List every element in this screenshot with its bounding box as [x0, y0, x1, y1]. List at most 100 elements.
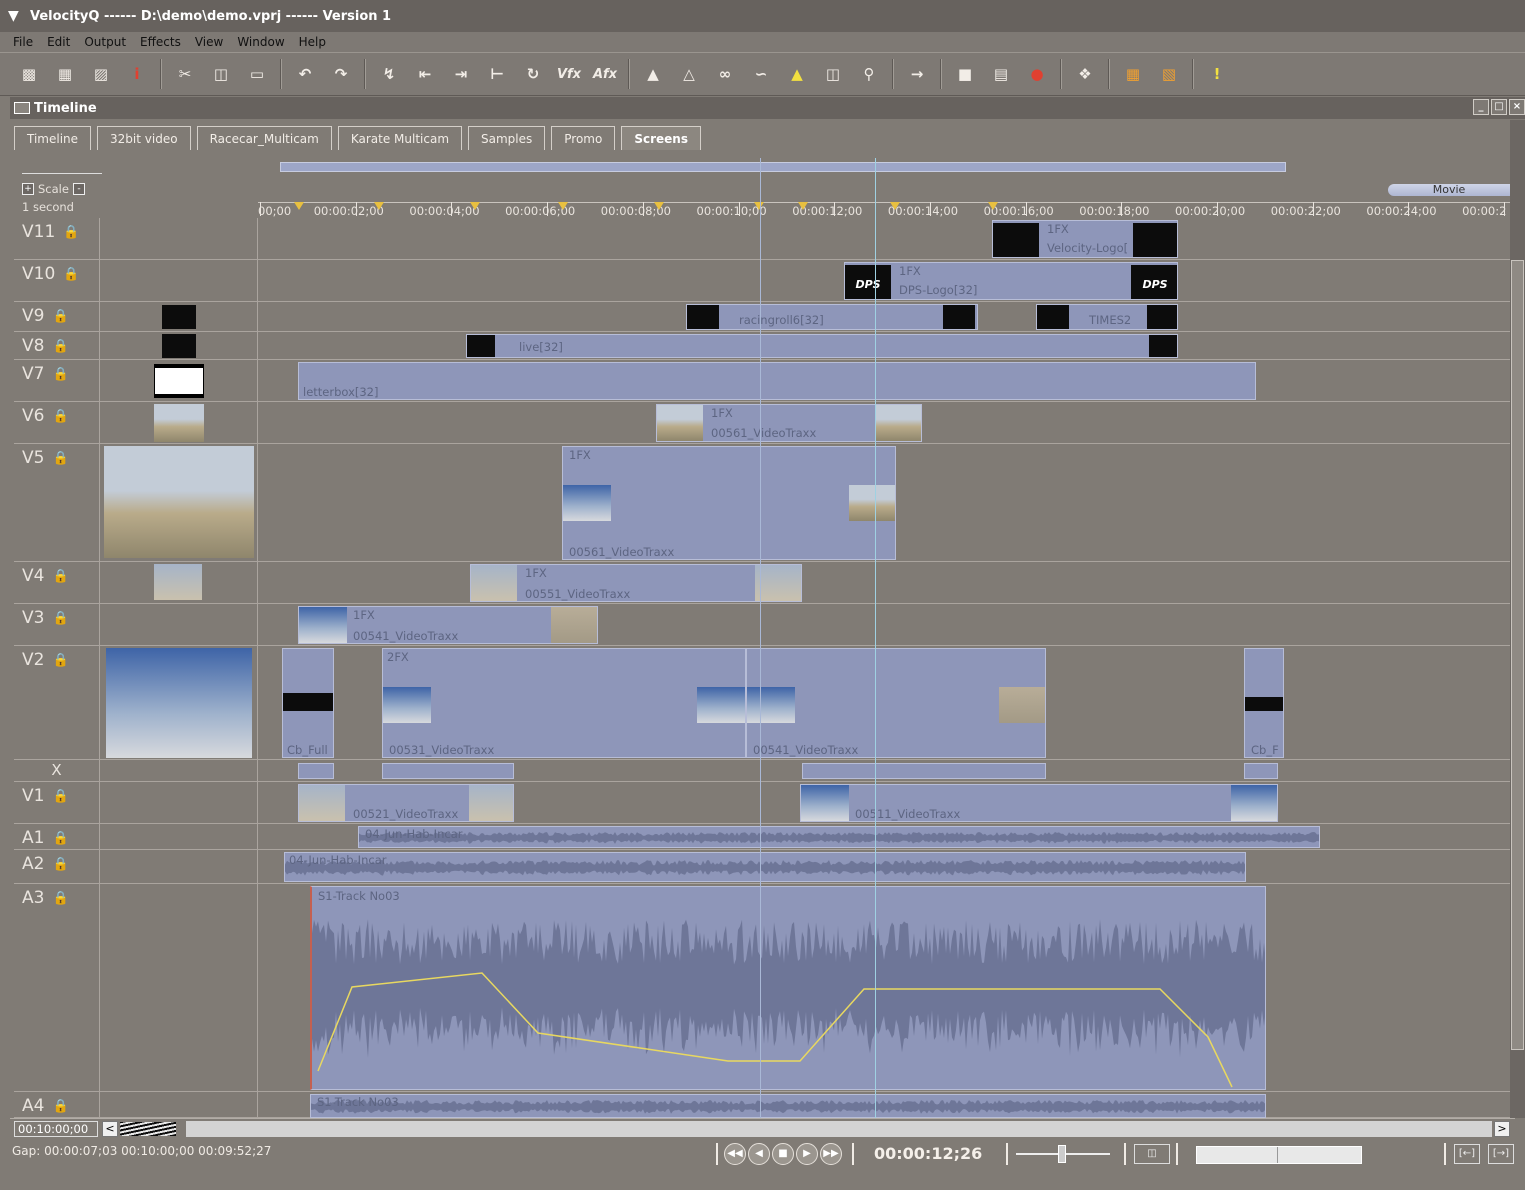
- track-header-v3[interactable]: V3 🔒: [14, 604, 100, 645]
- tab-timeline[interactable]: Timeline: [14, 126, 92, 150]
- track-header-v6[interactable]: V6 🔒: [14, 402, 100, 443]
- lock-icon[interactable]: 🔒: [52, 611, 68, 626]
- track-header-v9[interactable]: V9 🔒: [14, 302, 100, 331]
- clip-dps-logo[interactable]: DPS DPS 1FX DPS-Logo[32]: [844, 262, 1178, 300]
- level-meter[interactable]: [1196, 1146, 1362, 1164]
- rewind-icon[interactable]: ◀◀: [724, 1143, 746, 1165]
- clip-a2-audio[interactable]: 04-Jun-Hab-Incar: [284, 852, 1246, 882]
- fast-forward-icon[interactable]: ▶▶: [820, 1143, 842, 1165]
- zoom-slider-knob[interactable]: [1058, 1145, 1066, 1163]
- ruler-marker-icon[interactable]: [558, 202, 568, 210]
- scroll-left-icon[interactable]: <: [102, 1121, 118, 1137]
- menu-file[interactable]: File: [6, 35, 40, 49]
- clip-00541-v3[interactable]: 1FX 00541_VideoTraxx: [298, 606, 598, 644]
- speed-icon[interactable]: ↻: [518, 59, 548, 89]
- lock-icon[interactable]: 🔒: [63, 267, 79, 282]
- tab-karate-multicam[interactable]: Karate Multicam: [337, 126, 463, 150]
- link-icon[interactable]: ∞: [710, 59, 740, 89]
- scale-mini-ruler[interactable]: [22, 162, 102, 174]
- menu-help[interactable]: Help: [292, 35, 333, 49]
- clip-00551[interactable]: 1FX 00551_VideoTraxx: [470, 564, 802, 602]
- lock-icon[interactable]: 🔒: [52, 409, 68, 424]
- ruler-marker-icon[interactable]: [988, 202, 998, 210]
- time-ruler[interactable]: Movie 00;00 00:00:02;00 00:00:04;00 00:00:0…: [258, 158, 1510, 218]
- transition-3[interactable]: [802, 763, 1046, 779]
- ruler-marker-icon[interactable]: [754, 202, 764, 210]
- scale-plus-icon[interactable]: +: [22, 183, 34, 195]
- lock-icon[interactable]: 🔒: [52, 857, 68, 872]
- clip-00531[interactable]: 2FX 00531_VideoTraxx: [382, 648, 746, 758]
- overview-bar[interactable]: [280, 162, 1286, 172]
- menu-effects[interactable]: Effects: [133, 35, 188, 49]
- clip-a1-audio[interactable]: 04-Jun-Hab-Incar: [358, 826, 1320, 848]
- clip-00561-v5[interactable]: 1FX 00561_VideoTraxx: [562, 446, 896, 560]
- layout-grid-icon[interactable]: ▦: [1118, 59, 1148, 89]
- snap-left-icon[interactable]: [←]: [1454, 1144, 1480, 1164]
- track-header-a3[interactable]: A3 🔒: [14, 884, 100, 1091]
- clip-00521[interactable]: 00521_VideoTraxx: [298, 784, 514, 822]
- minimize-icon[interactable]: _: [1473, 99, 1489, 115]
- menu-window[interactable]: Window: [230, 35, 291, 49]
- network-icon[interactable]: ❖: [1070, 59, 1100, 89]
- ripple-left-icon[interactable]: ⇤: [410, 59, 440, 89]
- lock-icon[interactable]: 🔒: [52, 569, 68, 584]
- vertical-scrollbar[interactable]: [1510, 120, 1525, 1118]
- ripple-right-icon[interactable]: ⇥: [446, 59, 476, 89]
- title-a-icon[interactable]: △: [674, 59, 704, 89]
- play-icon[interactable]: ▶: [796, 1143, 818, 1165]
- ruler-marker-icon[interactable]: [470, 202, 480, 210]
- zoom-icon[interactable]: ⚲: [854, 59, 884, 89]
- clip-times[interactable]: TIMES2: [1036, 304, 1178, 330]
- ruler-marker-icon[interactable]: [374, 202, 384, 210]
- ruler-marker-icon[interactable]: [654, 202, 664, 210]
- unlink-icon[interactable]: ∽: [746, 59, 776, 89]
- scroll-track[interactable]: [186, 1121, 1492, 1137]
- save-icon[interactable]: ▨: [86, 59, 116, 89]
- lock-icon[interactable]: 🔒: [63, 225, 79, 240]
- clip-a4-audio[interactable]: S1-Track No03: [310, 1094, 1266, 1118]
- lock-icon[interactable]: 🔒: [52, 367, 68, 382]
- track-header-v1[interactable]: V1 🔒: [14, 782, 100, 823]
- scale-minus-icon[interactable]: -: [72, 183, 85, 195]
- menu-view[interactable]: View: [188, 35, 230, 49]
- new-project-icon[interactable]: ▩: [14, 59, 44, 89]
- lock-icon[interactable]: 🔒: [52, 891, 68, 906]
- razor-icon[interactable]: ↯: [374, 59, 404, 89]
- paste-icon[interactable]: ▭: [242, 59, 272, 89]
- lock-icon[interactable]: 🔒: [52, 1099, 68, 1114]
- transition-1[interactable]: [298, 763, 334, 779]
- track-header-v8[interactable]: V8 🔒: [14, 332, 100, 359]
- track-header-v5[interactable]: V5 🔒: [14, 444, 100, 561]
- copy-icon[interactable]: ◫: [206, 59, 236, 89]
- track-header-v4[interactable]: V4 🔒: [14, 562, 100, 603]
- marker-icon[interactable]: ▲: [782, 59, 812, 89]
- open-project-icon[interactable]: ▦: [50, 59, 80, 89]
- title-v-icon[interactable]: ▲: [638, 59, 668, 89]
- track-header-a2[interactable]: A2 🔒: [14, 850, 100, 883]
- menu-output[interactable]: Output: [77, 35, 133, 49]
- layout-menu-icon[interactable]: ▧: [1154, 59, 1184, 89]
- clip-velocity-logo[interactable]: 1FX Velocity-Logo[: [992, 220, 1178, 258]
- ruler-marker-icon[interactable]: [294, 202, 304, 210]
- clip-live[interactable]: live[32]: [466, 334, 1178, 358]
- track-header-v2[interactable]: V2 🔒: [14, 646, 100, 759]
- filmstrip-icon[interactable]: ▤: [986, 59, 1016, 89]
- alert-button[interactable]: !: [1202, 59, 1232, 89]
- clip-00561-v6[interactable]: 1FX 00561_VideoTraxx: [656, 404, 922, 442]
- lock-icon[interactable]: 🔒: [52, 451, 68, 466]
- clip-racingroll[interactable]: racingroll6[32]: [686, 304, 978, 330]
- clip-cb-f[interactable]: Cb_F: [1244, 648, 1284, 758]
- menu-edit[interactable]: Edit: [40, 35, 77, 49]
- track-header-v10[interactable]: V10 🔒: [14, 260, 100, 301]
- redo-icon[interactable]: ↷: [326, 59, 356, 89]
- info-icon[interactable]: i: [122, 59, 152, 89]
- track-header-v11[interactable]: V11 🔒: [14, 218, 100, 259]
- track-header-a4[interactable]: A4 🔒: [14, 1092, 100, 1117]
- tab-promo[interactable]: Promo: [551, 126, 616, 150]
- undo-icon[interactable]: ↶: [290, 59, 320, 89]
- tab-racecar-multicam[interactable]: Racecar_Multicam: [196, 126, 332, 150]
- tab-screens[interactable]: Screens: [621, 126, 701, 150]
- vfx-button[interactable]: Vfx: [554, 59, 584, 89]
- step-back-icon[interactable]: ◀: [748, 1143, 770, 1165]
- stop-icon[interactable]: ■: [772, 1143, 794, 1165]
